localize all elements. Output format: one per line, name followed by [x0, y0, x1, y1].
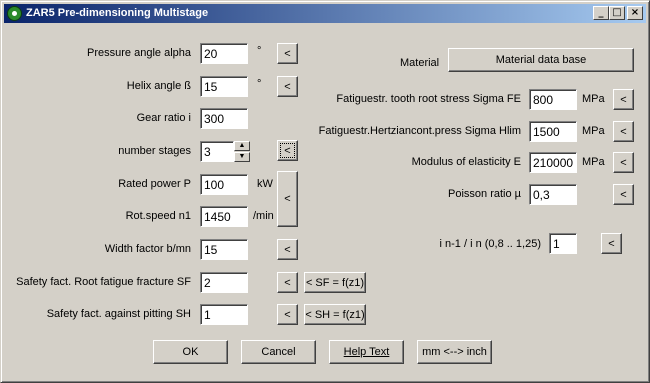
gear-ratio-label: Gear ratio i	[136, 112, 191, 124]
modulus-label: Modulus of elasticity E	[411, 156, 521, 168]
sh-formula-button[interactable]: < SH = f(z1)	[304, 304, 366, 325]
unit-toggle-button[interactable]: mm <--> inch	[417, 340, 492, 364]
sigma-hlim-back-button[interactable]: <	[613, 121, 634, 142]
title-bar[interactable]: ZAR5 Pre-dimensioning Multistage _ □ ×	[4, 4, 646, 23]
stage-ratio-label: i n-1 / i n (0,8 .. 1,25)	[439, 238, 542, 250]
app-icon	[7, 6, 22, 21]
safety-sf-label: Safety fact. Root fatigue fracture SF	[16, 276, 191, 288]
safety-sh-label: Safety fact. against pitting SH	[46, 308, 191, 320]
number-stages-label: number stages	[118, 145, 191, 157]
sigma-fe-unit: MPa	[582, 93, 605, 105]
modulus-input[interactable]: 210000	[529, 152, 577, 173]
stage-ratio-back-button[interactable]: <	[601, 233, 622, 254]
window-title: ZAR5 Pre-dimensioning Multistage	[26, 7, 209, 19]
number-stages-back-button[interactable]: <	[277, 140, 298, 161]
helix-angle-input[interactable]: 15	[200, 76, 248, 97]
pressure-angle-unit: °	[257, 45, 262, 57]
number-stages-spinner[interactable]: ▲ ▼	[234, 141, 250, 162]
material-database-button[interactable]: Material data base	[448, 48, 634, 72]
width-factor-label: Width factor b/mn	[104, 243, 191, 255]
pressure-angle-label: Pressure angle alpha	[87, 47, 191, 59]
helix-angle-back-button[interactable]: <	[277, 76, 298, 97]
spin-down-icon[interactable]: ▼	[234, 152, 250, 162]
dialog-window: ZAR5 Pre-dimensioning Multistage _ □ × P…	[0, 0, 650, 383]
sigma-fe-back-button[interactable]: <	[613, 89, 634, 110]
safety-sh-back-button[interactable]: <	[277, 304, 298, 325]
help-text-button[interactable]: Help Text	[329, 340, 404, 364]
helix-angle-label: Helix angle ß	[126, 80, 191, 92]
gear-ratio-input[interactable]: 300	[200, 108, 248, 129]
sigma-hlim-label: Fatiguestr.Hertziancont.press Sigma Hlim	[318, 125, 521, 137]
rot-speed-unit: /min	[253, 210, 274, 222]
ok-button[interactable]: OK	[153, 340, 228, 364]
poisson-input[interactable]: 0,3	[529, 184, 577, 205]
material-label: Material	[400, 57, 440, 69]
pressure-angle-back-button[interactable]: <	[277, 43, 298, 64]
safety-sf-input[interactable]: 2	[200, 272, 248, 293]
helix-angle-unit: °	[257, 78, 262, 90]
spin-up-icon[interactable]: ▲	[234, 141, 250, 151]
width-factor-input[interactable]: 15	[200, 239, 248, 260]
close-button[interactable]: ×	[627, 6, 643, 20]
safety-sf-back-button[interactable]: <	[277, 272, 298, 293]
width-factor-back-button[interactable]: <	[277, 239, 298, 260]
power-speed-back-button[interactable]: <	[277, 171, 298, 227]
sigma-hlim-unit: MPa	[582, 125, 605, 137]
rated-power-unit: kW	[257, 178, 273, 190]
cancel-button[interactable]: Cancel	[241, 340, 316, 364]
sf-formula-button[interactable]: < SF = f(z1)	[304, 272, 366, 293]
poisson-label: Poisson ratio µ	[448, 188, 521, 200]
sigma-fe-input[interactable]: 800	[529, 89, 577, 110]
rated-power-input[interactable]: 100	[200, 174, 248, 195]
rot-speed-label: Rot.speed n1	[125, 210, 191, 222]
maximize-button[interactable]: □	[609, 6, 625, 20]
modulus-back-button[interactable]: <	[613, 152, 634, 173]
pressure-angle-input[interactable]: 20	[200, 43, 248, 64]
rot-speed-input[interactable]: 1450	[200, 206, 248, 227]
modulus-unit: MPa	[582, 156, 605, 168]
stage-ratio-input[interactable]: 1	[549, 233, 577, 254]
number-stages-input[interactable]: 3	[200, 141, 234, 162]
safety-sh-input[interactable]: 1	[200, 304, 248, 325]
poisson-back-button[interactable]: <	[613, 184, 634, 205]
sigma-fe-label: Fatiguestr. tooth root stress Sigma FE	[336, 93, 521, 105]
minimize-button[interactable]: _	[593, 6, 609, 20]
rated-power-label: Rated power P	[118, 178, 191, 190]
sigma-hlim-input[interactable]: 1500	[529, 121, 577, 142]
